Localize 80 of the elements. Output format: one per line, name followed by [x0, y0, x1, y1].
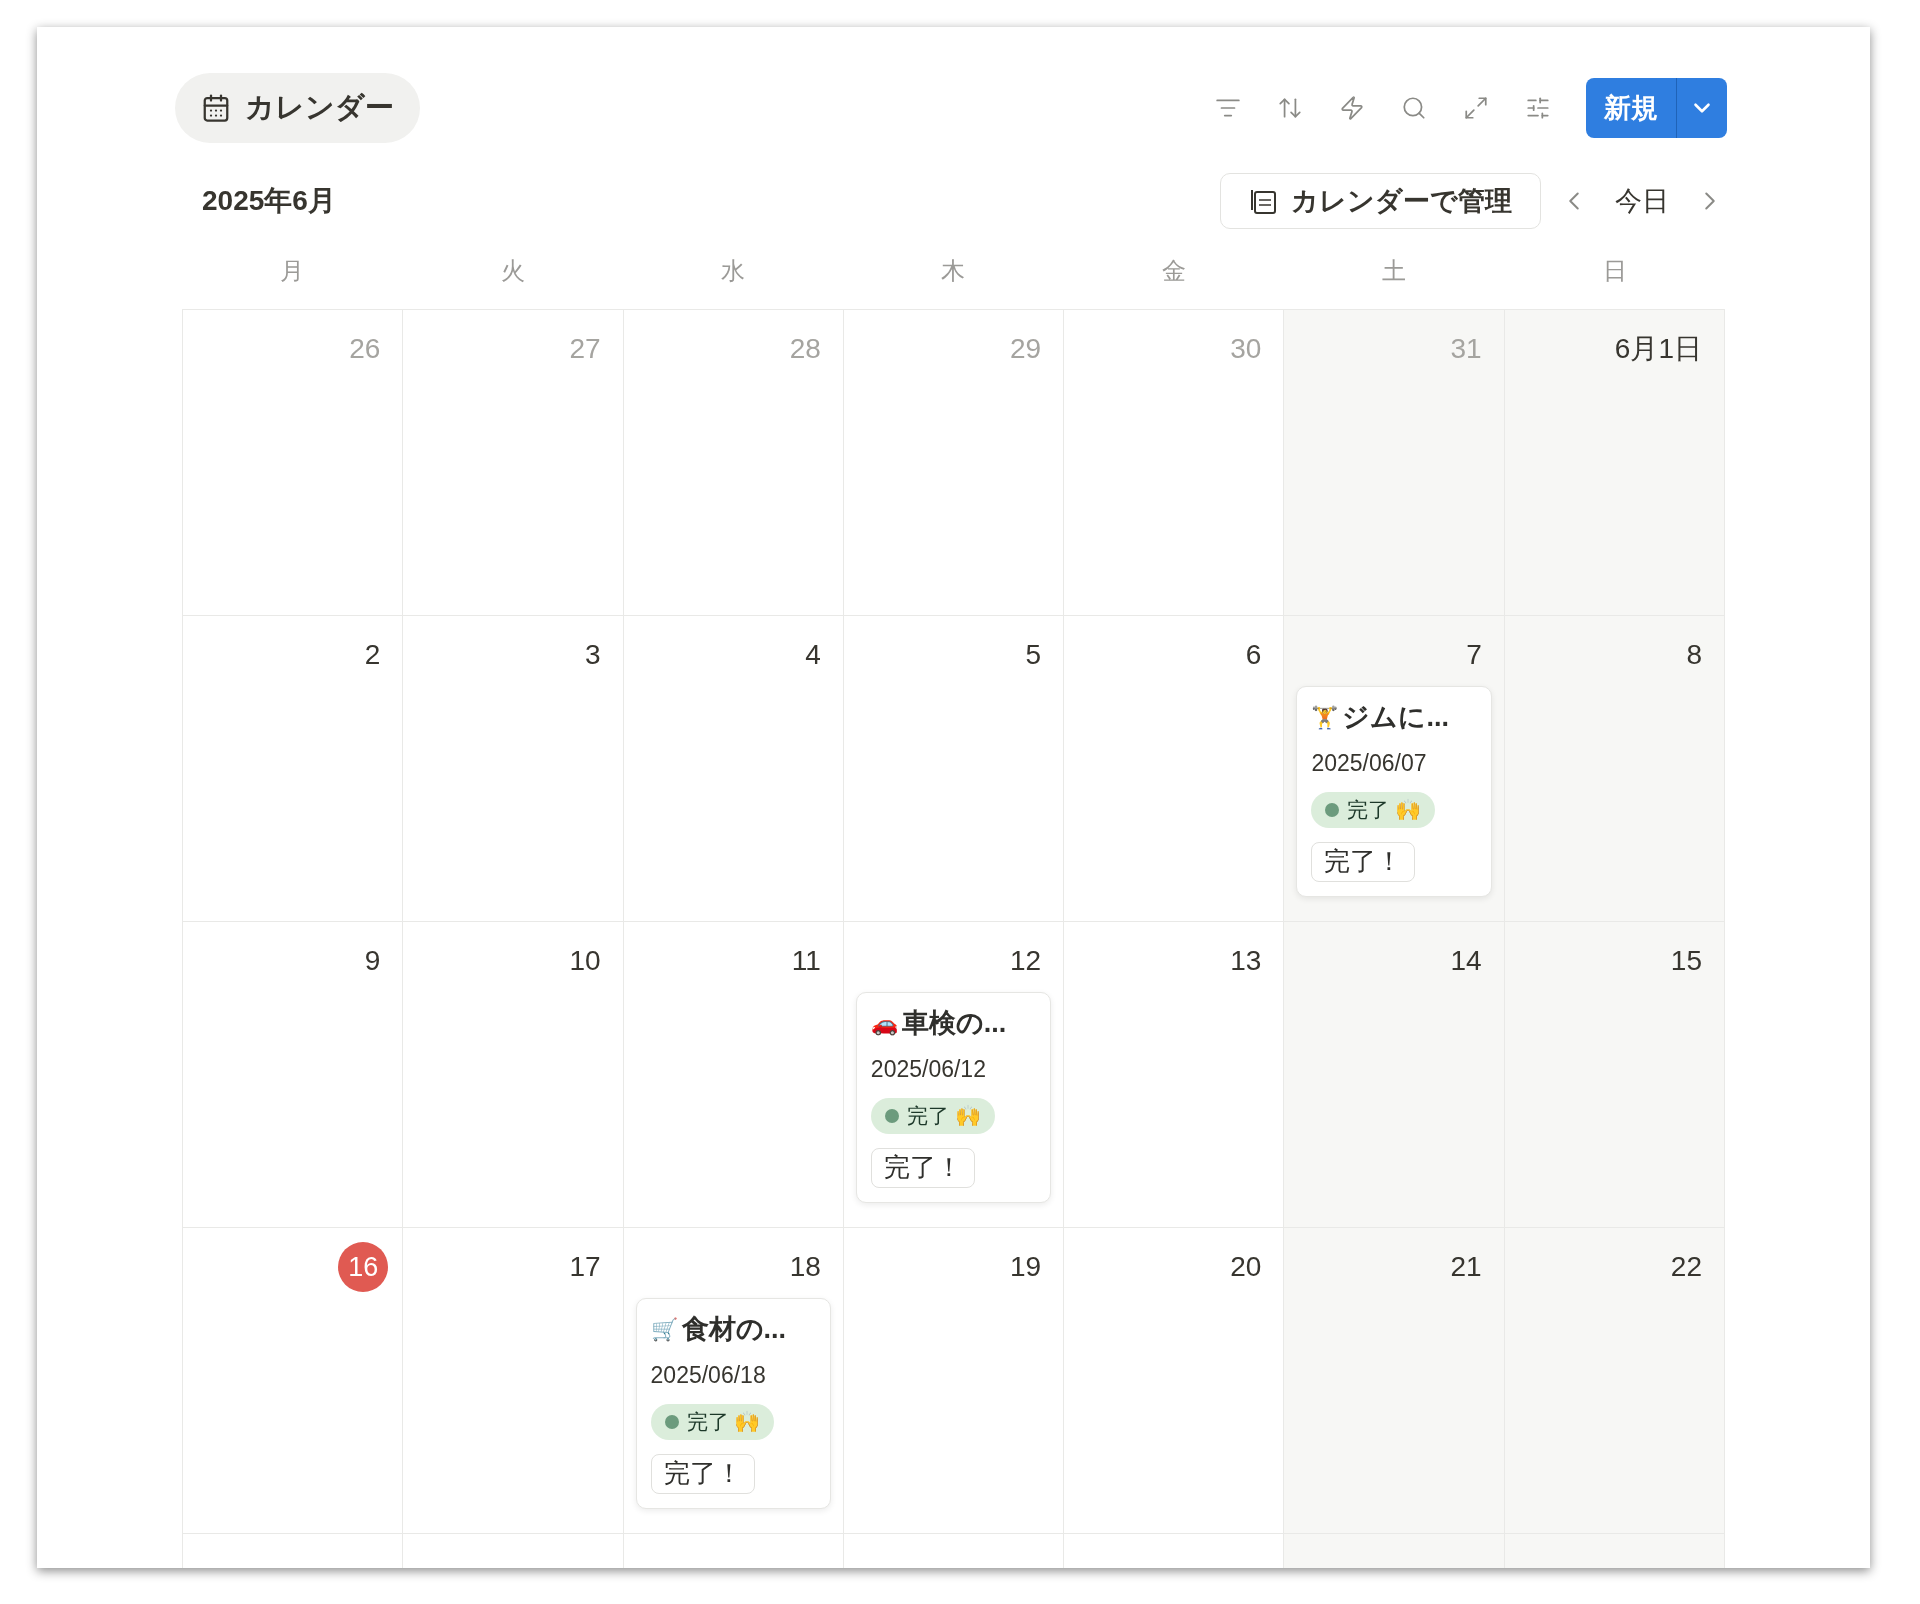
tag: 完了！ [870, 1147, 975, 1188]
day-cell[interactable]: 6月1日 [1504, 310, 1725, 616]
date-number: 26 [349, 332, 381, 366]
date-number: 14 [1450, 944, 1482, 978]
date-number: 27 [569, 332, 601, 366]
manage-calendar-button[interactable]: カレンダーで管理 [1220, 173, 1541, 229]
date-number: 7 [1466, 638, 1482, 672]
day-cell[interactable]: 14 [1284, 922, 1505, 1228]
view-tab[interactable]: カレンダー [175, 73, 420, 143]
month-title: 2025年6月 [202, 184, 336, 218]
date-number: 18 [789, 1250, 821, 1284]
date-number: 5 [1025, 638, 1042, 672]
weekday-label: 日 [1601, 256, 1628, 286]
day-cell[interactable]: 12 🚗車検の... 2025/06/12 完了 🙌 完了！ [843, 922, 1065, 1228]
date-number: 20 [1230, 1250, 1262, 1284]
date-number: 30 [1230, 332, 1262, 366]
status-text: 完了 🙌 [1347, 796, 1422, 823]
event-card[interactable]: 🏋ジムに... 2025/06/07 完了 🙌 完了！ [1296, 686, 1492, 897]
event-emoji: 🏋 [1311, 706, 1339, 729]
date-number: 9 [364, 944, 381, 978]
date-number: 29 [1010, 332, 1042, 366]
date-number: 28 [789, 332, 821, 366]
date-number: 11 [791, 944, 821, 978]
date-number: 4 [805, 638, 821, 672]
day-cell[interactable]: 9 [183, 922, 404, 1228]
day-cell[interactable]: 13 [1064, 922, 1285, 1228]
date-number: 19 [1010, 1250, 1042, 1284]
date-number: 3 [585, 638, 601, 672]
weekday-label: 金 [1160, 256, 1187, 286]
date-number: 12 [1010, 944, 1042, 978]
weekday-label: 火 [499, 256, 526, 286]
day-cell[interactable]: 18 🛒食材の... 2025/06/18 完了 🙌 完了！ [623, 1228, 844, 1534]
day-cell[interactable]: 11 [623, 922, 844, 1228]
event-date: 2025/06/07 [1311, 748, 1428, 778]
day-cell[interactable]: 22 [1504, 1228, 1725, 1534]
date-number: 2 [364, 638, 381, 672]
event-card[interactable]: 🛒食材の... 2025/06/18 完了 🙌 完了！ [635, 1298, 831, 1509]
today-button[interactable]: 今日 [1607, 180, 1677, 222]
date-number: 6 [1245, 638, 1262, 672]
date-number: 8 [1686, 638, 1702, 672]
day-cell[interactable]: 16 [183, 1228, 404, 1534]
event-title: ジムに... [1342, 701, 1449, 734]
day-cell[interactable]: 8 [1504, 616, 1725, 922]
date-number: 10 [569, 944, 601, 978]
day-cell[interactable]: 4 [623, 616, 844, 922]
event-date: 2025/06/18 [650, 1360, 767, 1390]
weekday-label: 木 [940, 256, 967, 286]
event-emoji: 🛒 [650, 1318, 678, 1341]
event-title: 車検の... [901, 1007, 1007, 1040]
date-number: 22 [1670, 1250, 1702, 1284]
status-text: 完了 🙌 [686, 1408, 761, 1435]
weekday-label: 土 [1381, 256, 1408, 286]
event-emoji: 🚗 [870, 1012, 898, 1035]
date-number: 17 [569, 1250, 601, 1284]
tag: 完了！ [650, 1453, 755, 1494]
status-text: 完了 🙌 [906, 1102, 981, 1129]
day-cell[interactable]: 20 [1064, 1228, 1285, 1534]
day-cell[interactable]: 7 🏋ジムに... 2025/06/07 完了 🙌 完了！ [1284, 616, 1505, 922]
day-cell[interactable]: 6 [1064, 616, 1285, 922]
event-date: 2025/06/12 [870, 1054, 987, 1084]
tag: 完了！ [1311, 841, 1416, 882]
day-cell[interactable]: 3 [403, 616, 624, 922]
day-cell[interactable]: 17 [403, 1228, 624, 1534]
event-title: 食材の... [681, 1313, 787, 1346]
date-number: 6月1日 [1614, 332, 1702, 366]
day-cell[interactable]: 5 [843, 616, 1065, 922]
day-cell[interactable]: 2 [183, 616, 404, 922]
event-card[interactable]: 🚗車検の... 2025/06/12 完了 🙌 完了！ [855, 992, 1052, 1203]
weekday-label: 月 [279, 256, 306, 286]
day-cell[interactable]: 15 [1504, 922, 1725, 1228]
date-number: 31 [1450, 332, 1482, 366]
date-number: 21 [1450, 1250, 1482, 1284]
day-cell[interactable]: 10 [403, 922, 624, 1228]
weekday-label: 水 [720, 256, 747, 286]
date-number: 15 [1670, 944, 1702, 978]
day-cell[interactable]: 21 [1284, 1228, 1505, 1534]
date-number: 13 [1230, 944, 1262, 978]
today-date-badge: 16 [338, 1242, 389, 1292]
new-button[interactable]: 新規 [1586, 78, 1676, 138]
day-cell[interactable]: 19 [843, 1228, 1065, 1534]
